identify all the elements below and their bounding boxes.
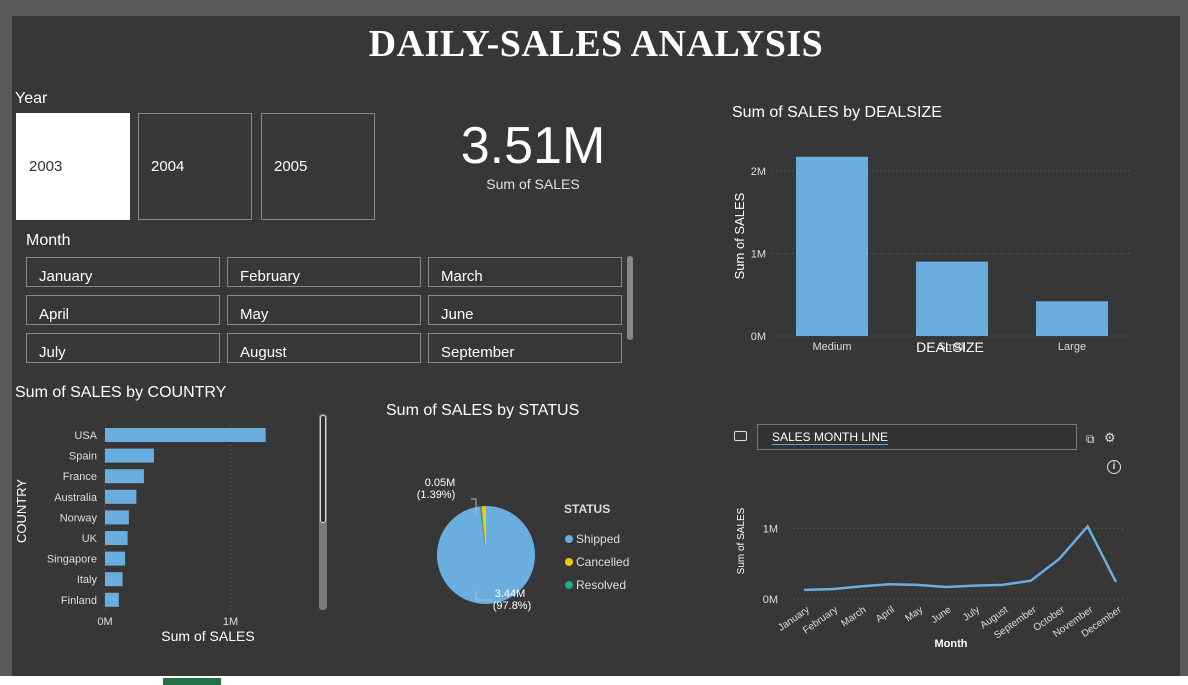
cancelled-value-label: 0.05M	[425, 477, 456, 489]
month-option-september[interactable]: September	[428, 333, 622, 363]
line-y-tick: 0M	[763, 594, 778, 606]
dealsize-bar-large[interactable]	[1036, 301, 1108, 336]
line-x-tick: March	[839, 604, 868, 629]
country-chart-scrollbar[interactable]	[319, 414, 327, 610]
line-y-tick: 1M	[763, 524, 778, 536]
country-y-tick: Finland	[61, 595, 97, 607]
year-option-2004[interactable]: 2004	[138, 113, 252, 220]
sales-month-line-box[interactable]: SALES MONTH LINE	[757, 424, 1077, 450]
country-x-tick: 0M	[97, 616, 112, 628]
dealsize-chart: 0M1M2M Medium Small Large Sum of SALES DEA…	[732, 156, 1132, 355]
country-chart-title: Sum of SALES by COUNTRY	[15, 384, 227, 401]
month-option-june[interactable]: June	[428, 295, 622, 325]
country-bar-usa[interactable]	[105, 428, 266, 442]
month-option-august[interactable]: August	[227, 333, 421, 363]
legend-label-resolved: Resolved	[576, 578, 626, 592]
country-bar-uk[interactable]	[105, 531, 128, 545]
legend-marker-resolved	[565, 581, 573, 589]
country-y-tick: Norway	[60, 512, 98, 524]
year-slicer-label: Year	[15, 90, 48, 107]
dealsize-bar-small[interactable]	[916, 261, 988, 336]
country-y-tick: Spain	[69, 451, 97, 463]
status-chart-title: Sum of SALES by STATUS	[386, 402, 580, 419]
country-y-tick: Italy	[77, 574, 98, 586]
month-option-march[interactable]: March	[428, 257, 622, 287]
sheet-tab[interactable]	[163, 678, 221, 685]
dealsize-x-axis-label: DEALSIZE	[916, 339, 984, 355]
cancelled-percent-label: (1.39%)	[417, 489, 456, 501]
dealsize-y-tick: 0M	[751, 331, 766, 343]
dealsize-y-tick: 1M	[751, 248, 766, 260]
shipped-percent-label: (97.8%)	[493, 600, 532, 612]
hierarchy-icon[interactable]: ⧉	[1086, 432, 1095, 447]
country-bar-australia[interactable]	[105, 489, 137, 504]
dealsize-x-tick: Medium	[812, 341, 851, 353]
month-slicer-label: Month	[26, 232, 71, 249]
comment-icon[interactable]	[734, 431, 747, 441]
month-option-january[interactable]: January	[26, 257, 220, 287]
country-y-tick: Australia	[54, 492, 98, 504]
sales-month-line-text: SALES MONTH LINE	[772, 430, 889, 444]
month-option-july[interactable]: July	[26, 333, 220, 363]
year-option-2005[interactable]: 2005	[261, 113, 375, 220]
dealsize-y-axis-label: Sum of SALES	[732, 192, 747, 279]
status-chart: 0.05M (1.39%) 3.44M (97.8%) STATUS Shipp…	[417, 477, 630, 612]
country-x-tick: 1M	[223, 616, 238, 628]
country-scroll-thumb[interactable]	[320, 415, 326, 523]
legend-marker-cancelled	[565, 558, 573, 566]
dealsize-bar-medium[interactable]	[796, 156, 868, 336]
month-option-april[interactable]: April	[26, 295, 220, 325]
sales-line	[803, 524, 1118, 592]
country-x-axis-label: Sum of SALES	[161, 628, 254, 644]
info-icon[interactable]: i	[1107, 460, 1121, 474]
dealsize-chart-title: Sum of SALES by DEALSIZE	[732, 104, 942, 121]
legend-marker-shipped	[565, 535, 573, 543]
line-x-axis-label: Month	[935, 638, 968, 650]
line-x-tick: July	[961, 604, 982, 623]
line-x-tick: May	[903, 604, 925, 624]
month-option-february[interactable]: February	[227, 257, 421, 287]
legend-label-cancelled: Cancelled	[576, 555, 629, 569]
country-y-tick: USA	[74, 430, 97, 442]
country-bar-finland[interactable]	[105, 592, 119, 607]
line-y-axis-label: Sum of SALES	[736, 507, 747, 574]
dealsize-x-tick: Large	[1058, 341, 1086, 353]
kpi-value: 3.51M	[460, 117, 606, 175]
country-y-tick: Singapore	[47, 554, 97, 566]
country-bar-singapore[interactable]	[105, 551, 126, 566]
kpi-caption: Sum of SALES	[486, 176, 580, 192]
month-slicer-scrollbar[interactable]	[627, 256, 633, 340]
country-bar-spain[interactable]	[105, 448, 154, 463]
country-bar-norway[interactable]	[105, 510, 129, 525]
country-y-tick: UK	[82, 533, 98, 545]
settings-gear-icon[interactable]: ⚙	[1104, 430, 1116, 446]
country-chart: 0M 1M USA Spain France Australia Norway UK Sing…	[14, 425, 266, 644]
line-x-tick: April	[874, 604, 897, 624]
country-y-axis-label: COUNTRY	[14, 479, 29, 543]
line-x-tick: June	[929, 604, 953, 626]
year-option-2003[interactable]: 2003	[16, 113, 130, 220]
legend-label-shipped: Shipped	[576, 532, 620, 546]
month-option-may[interactable]: May	[227, 295, 421, 325]
shipped-value-label: 3.44M	[495, 588, 526, 600]
report-canvas: DAILY-SALES ANALYSIS Year 2003 2004 2005…	[12, 16, 1180, 676]
country-bar-italy[interactable]	[105, 572, 123, 587]
report-title: DAILY-SALES ANALYSIS	[368, 23, 824, 65]
country-y-tick: France	[63, 471, 97, 483]
sales-month-line-chart: 0M1M JanuaryFebruary March April May June Jul…	[736, 507, 1126, 650]
dealsize-y-tick: 2M	[751, 166, 766, 178]
country-bar-france[interactable]	[105, 469, 144, 484]
status-legend-title: STATUS	[564, 502, 610, 516]
